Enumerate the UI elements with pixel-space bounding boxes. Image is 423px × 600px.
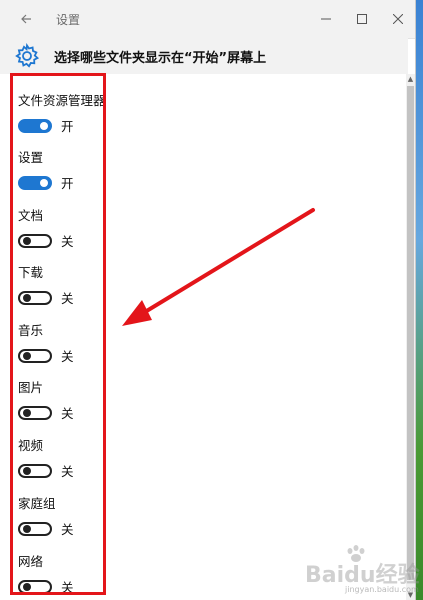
annotation-arrow xyxy=(122,208,315,326)
watermark-subtext: jingyan.baidu.com xyxy=(345,585,419,594)
baidu-watermark: Baidu经验 jingyan.baidu.com xyxy=(305,545,420,597)
